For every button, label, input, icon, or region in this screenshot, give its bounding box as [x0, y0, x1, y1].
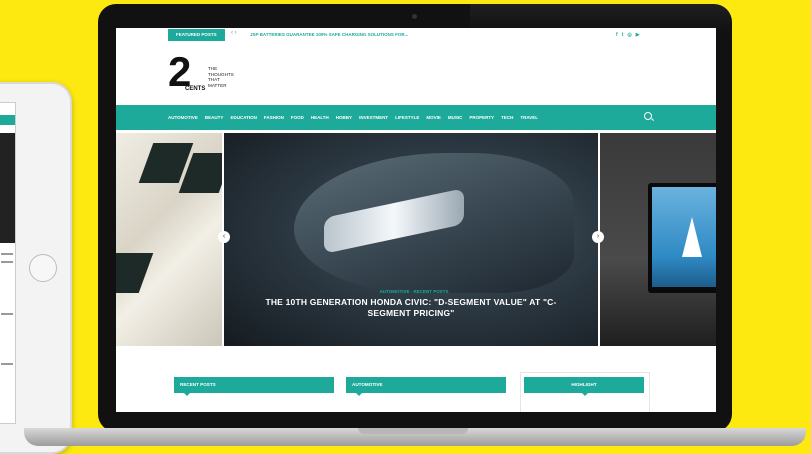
slide-category[interactable]: AUTOMOTIVE · RECENT POSTS	[324, 289, 504, 294]
slide-car-image[interactable]: AUTOMOTIVE · RECENT POSTS THE 10TH GENER…	[224, 133, 598, 346]
tablet-text-line	[1, 313, 13, 315]
laptop-notch	[358, 428, 468, 434]
tablet-screen	[0, 102, 16, 424]
nav-item-education[interactable]: EDUCATION	[230, 105, 256, 130]
ticker-arrows[interactable]: ‹ ›	[231, 30, 237, 36]
search-icon[interactable]	[644, 112, 652, 120]
slide-title[interactable]: THE 10TH GENERATION HONDA CIVIC: "D-SEGM…	[244, 297, 578, 319]
webcam-icon	[412, 14, 417, 19]
nav-item-travel[interactable]: TRAVEL	[520, 105, 538, 130]
nav-item-music[interactable]: MUSIC	[448, 105, 463, 130]
nav-item-health[interactable]: HEALTH	[311, 105, 329, 130]
tablet-text-line	[1, 363, 13, 365]
automotive-heading: AUTOMOTIVE	[346, 377, 506, 396]
slide-tv-image[interactable]	[600, 133, 716, 346]
featured-slider: AUTOMOTIVE · RECENT POSTS THE 10TH GENER…	[116, 133, 716, 346]
piano-key	[116, 253, 154, 293]
tv-screen	[652, 187, 716, 287]
nav-item-lifestyle[interactable]: LIFESTYLE	[395, 105, 419, 130]
main-navigation: AUTOMOTIVE BEAUTY EDUCATION FASHION FOOD…	[116, 105, 716, 130]
tablet-hero-image	[0, 133, 15, 243]
site-logo[interactable]: 2 CENTS THE THOUGHTS THAT MATTER	[168, 50, 258, 98]
nav-item-property[interactable]: PROPERTY	[469, 105, 494, 130]
slider-prev-button[interactable]: ‹	[218, 231, 230, 243]
nav-item-hobby[interactable]: HOBBY	[336, 105, 352, 130]
screen-glare	[470, 4, 730, 34]
tablet-nav-bar	[0, 115, 15, 125]
tv	[648, 183, 716, 293]
tablet-text-line	[1, 253, 13, 255]
nav-item-movie[interactable]: MOVIE	[426, 105, 441, 130]
slide-piano-image[interactable]	[116, 133, 222, 346]
recent-posts-heading: RECENT POSTS	[174, 377, 334, 396]
laptop-screen: FEATURED POSTS ‹ › JSP BATTERIES GUARANT…	[116, 28, 716, 412]
tablet-home-button	[29, 254, 57, 282]
nav-item-investment[interactable]: INVESTMENT	[359, 105, 388, 130]
tablet-device	[0, 82, 72, 454]
nav-item-automotive[interactable]: AUTOMOTIVE	[168, 105, 198, 130]
highlight-heading: HIGHLIGHT	[524, 377, 644, 396]
nav-item-fashion[interactable]: FASHION	[264, 105, 284, 130]
nav-item-food[interactable]: FOOD	[291, 105, 304, 130]
logo-word: CENTS	[184, 86, 207, 92]
nav-item-tech[interactable]: TECH	[501, 105, 513, 130]
ticker-headline[interactable]: JSP BATTERIES GUARANTEE 100% SAFE CHARGI…	[250, 30, 408, 40]
tablet-text-line	[1, 261, 13, 263]
sailboat-icon	[682, 217, 702, 257]
slider-next-button[interactable]: ›	[592, 231, 604, 243]
logo-tagline: THE THOUGHTS THAT MATTER	[208, 66, 234, 88]
widget-row: RECENT POSTS AUTOMOTIVE HIGHLIGHT	[116, 368, 716, 412]
nav-item-beauty[interactable]: BEAUTY	[205, 105, 224, 130]
featured-posts-label: FEATURED POSTS	[168, 29, 225, 41]
